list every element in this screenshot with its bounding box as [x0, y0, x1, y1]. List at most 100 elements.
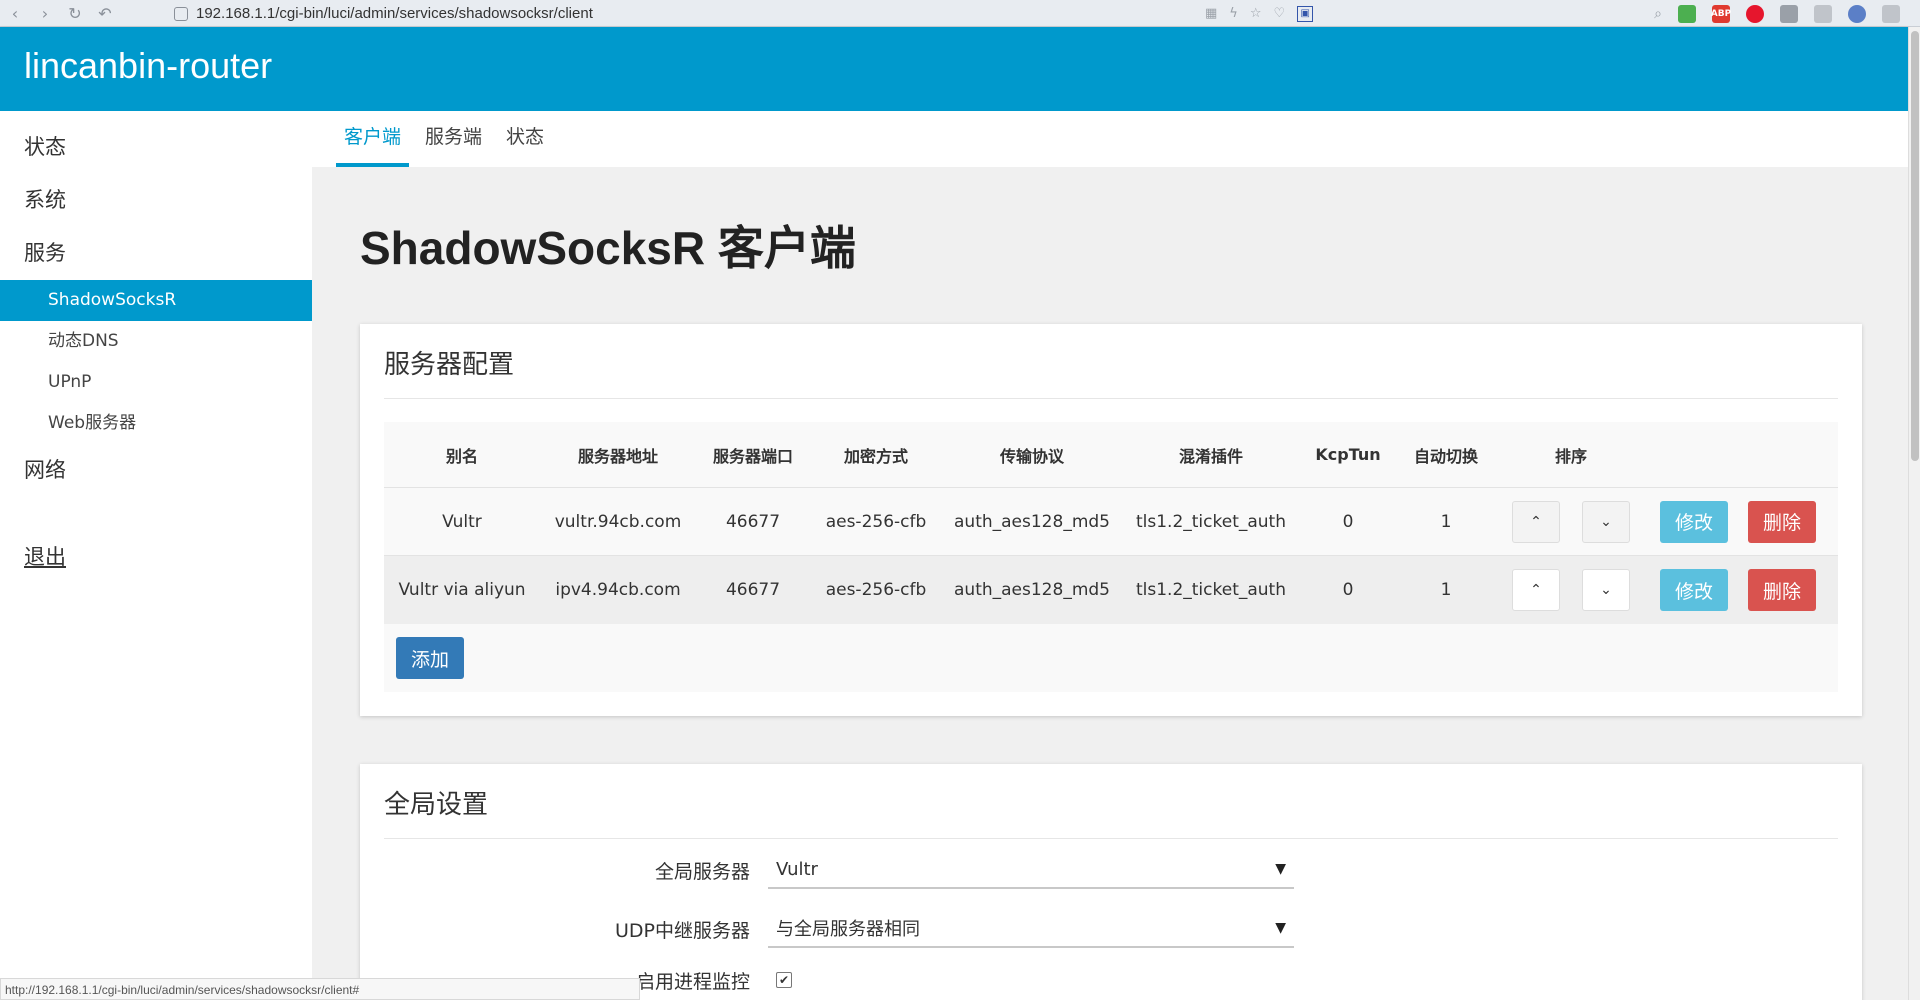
table-row: Vultr via aliyun ipv4.94cb.com 46677 aes…	[384, 556, 1838, 624]
row-actions: 修改 删除	[1646, 500, 1836, 543]
sidebar-item-services[interactable]: 服务	[0, 227, 312, 280]
table-header: 别名 服务器地址 服务器端口 加密方式 传输协议 混淆插件 KcpTun 自动切…	[384, 422, 1838, 488]
chevron-down-icon: ⌄	[1600, 582, 1612, 598]
column-header: 传输协议	[999, 446, 1064, 466]
udp-server-row: UDP中继服务器 与全局服务器相同 ▼	[384, 909, 1294, 949]
sort-controls: ⌃ ⌄	[1496, 569, 1646, 611]
delete-button[interactable]: 删除	[1748, 500, 1816, 543]
shield-icon[interactable]	[1814, 4, 1832, 23]
cell-kcptun: 0	[1342, 580, 1354, 600]
column-header: 服务器地址	[577, 446, 658, 466]
sidebar-item-status[interactable]: 状态	[0, 121, 312, 174]
cell-alias: Vultr via aliyun	[398, 580, 526, 600]
cell-kcptun: 0	[1342, 511, 1354, 532]
udp-server-value: 与全局服务器相同	[776, 919, 920, 940]
column-header: 排序	[1554, 446, 1587, 466]
cell-address: ipv4.94cb.com	[555, 580, 681, 600]
cell-port: 46677	[725, 580, 781, 600]
address-text: 192.168.1.1/cgi-bin/luci/admin/services/…	[196, 5, 593, 22]
sidebar-item-network[interactable]: 网络	[0, 444, 312, 497]
udp-server-label: UDP中继服务器	[615, 919, 750, 942]
row-actions: 修改 删除	[1646, 569, 1836, 611]
cell-method: aes-256-cfb	[825, 511, 927, 532]
monitor-checkbox[interactable]: ✔	[776, 972, 792, 988]
main-content: ShadowSocksR 客户端 服务器配置 别名 服务器地址 服务器端口 加密…	[312, 167, 1908, 1000]
table-row: Vultr vultr.94cb.com 46677 aes-256-cfb a…	[384, 488, 1838, 556]
move-down-button[interactable]: ⌄	[1582, 500, 1630, 543]
cell-protocol: auth_aes128_md5	[954, 580, 1110, 600]
brand-title[interactable]: lincanbin-router	[24, 45, 272, 87]
global-server-select[interactable]: Vultr ▼	[768, 851, 1294, 889]
sidebar-item-logout[interactable]: 退出	[0, 537, 312, 577]
dropdown-arrow-icon: ▼	[1275, 920, 1286, 936]
app-header: lincanbin-router	[0, 27, 1908, 111]
abp-icon[interactable]: ABP	[1711, 4, 1731, 23]
reload-icon[interactable]: ↻	[60, 0, 90, 27]
address-bar[interactable]: 192.168.1.1/cgi-bin/luci/admin/services/…	[160, 3, 1340, 24]
move-up-button[interactable]: ⌃	[1512, 569, 1560, 611]
site-info-icon	[174, 6, 188, 21]
page-scrollbar[interactable]	[1908, 27, 1920, 1000]
chevron-down-icon: ⌄	[1600, 513, 1612, 530]
global-server-row: 全局服务器 Vultr ▼	[384, 850, 1294, 890]
add-server-button[interactable]: 添加	[396, 637, 464, 679]
windows-icon[interactable]	[1678, 4, 1696, 23]
cell-alias: Vultr	[442, 511, 482, 532]
global-settings-title: 全局设置	[384, 790, 489, 820]
extension-bar: ⌕ ABP	[1654, 0, 1900, 27]
sidebar: 状态 系统 服务 ShadowSocksR 动态DNS UPnP Web服务器 …	[0, 111, 312, 1000]
divider	[384, 838, 1838, 839]
circle-icon[interactable]	[1848, 4, 1866, 23]
column-header: 加密方式	[843, 446, 908, 466]
cell-autoswitch: 1	[1440, 511, 1452, 532]
column-header: KcpTun	[1315, 445, 1381, 464]
move-down-button[interactable]: ⌄	[1582, 569, 1630, 611]
udp-server-select[interactable]: 与全局服务器相同 ▼	[768, 910, 1294, 948]
address-actions: ▦ ϟ ☆ ♡ ▣	[1205, 0, 1314, 27]
chevron-up-icon: ⌃	[1530, 513, 1542, 530]
cell-address: vultr.94cb.com	[554, 511, 682, 532]
global-server-label: 全局服务器	[654, 860, 750, 883]
tab-status[interactable]: 状态	[498, 111, 552, 167]
dropdown-arrow-icon: ▼	[1275, 861, 1286, 877]
tab-client[interactable]: 客户端	[336, 111, 410, 167]
move-up-button[interactable]: ⌃	[1512, 500, 1560, 543]
sort-controls: ⌃ ⌄	[1496, 500, 1646, 543]
flash-icon[interactable]: ϟ	[1229, 6, 1238, 21]
status-url-bar: http://192.168.1.1/cgi-bin/luci/admin/se…	[0, 978, 640, 1000]
grid-icon[interactable]: ▦	[1205, 6, 1217, 21]
back-icon[interactable]: ‹	[0, 0, 30, 27]
add-row: 添加	[384, 624, 1838, 692]
cell-protocol: auth_aes128_md5	[954, 511, 1110, 532]
cell-port: 46677	[725, 511, 781, 532]
search-icon[interactable]: ⌕	[1654, 6, 1662, 22]
sidebar-item-ddns[interactable]: 动态DNS	[0, 321, 312, 362]
global-server-value: Vultr	[776, 858, 818, 880]
screenshot-icon[interactable]: ▣	[1297, 5, 1314, 22]
heart-icon[interactable]: ♡	[1274, 6, 1286, 21]
sidebar-item-webserver[interactable]: Web服务器	[0, 403, 312, 444]
edit-button[interactable]: 修改	[1660, 500, 1728, 543]
sidebar-item-upnp[interactable]: UPnP	[0, 362, 312, 403]
undo-icon[interactable]: ↶	[90, 0, 120, 27]
browser-toolbar: ‹ › ↻ ↶ 192.168.1.1/cgi-bin/luci/admin/s…	[0, 0, 1920, 27]
sidebar-item-system[interactable]: 系统	[0, 174, 312, 227]
global-settings-card: 全局设置 全局服务器 Vultr ▼ UDP中继服务器 与全局服务器相同 ▼ 启…	[360, 764, 1862, 1000]
server-table: 别名 服务器地址 服务器端口 加密方式 传输协议 混淆插件 KcpTun 自动切…	[384, 422, 1838, 692]
cell-obfs: tls1.2_ticket_auth	[1135, 511, 1286, 532]
sidebar-item-shadowsocksr[interactable]: ShadowSocksR	[0, 280, 312, 321]
chevron-up-icon: ⌃	[1530, 582, 1542, 598]
cell-obfs: tls1.2_ticket_auth	[1135, 580, 1286, 600]
edit-button[interactable]: 修改	[1660, 569, 1728, 611]
weibo-icon[interactable]	[1746, 4, 1764, 23]
scrollbar-thumb[interactable]	[1911, 31, 1919, 461]
column-header: 混淆插件	[1178, 446, 1243, 466]
download-icon[interactable]	[1882, 4, 1900, 23]
server-config-card: 服务器配置 别名 服务器地址 服务器端口 加密方式 传输协议 混淆插件 KcpT…	[360, 324, 1862, 716]
forward-icon[interactable]: ›	[30, 0, 60, 27]
tab-server[interactable]: 服务端	[417, 111, 490, 167]
delete-button[interactable]: 删除	[1748, 569, 1816, 611]
column-header: 服务器端口	[712, 446, 793, 466]
star-icon[interactable]: ☆	[1250, 6, 1262, 21]
camera-icon[interactable]	[1780, 4, 1798, 23]
